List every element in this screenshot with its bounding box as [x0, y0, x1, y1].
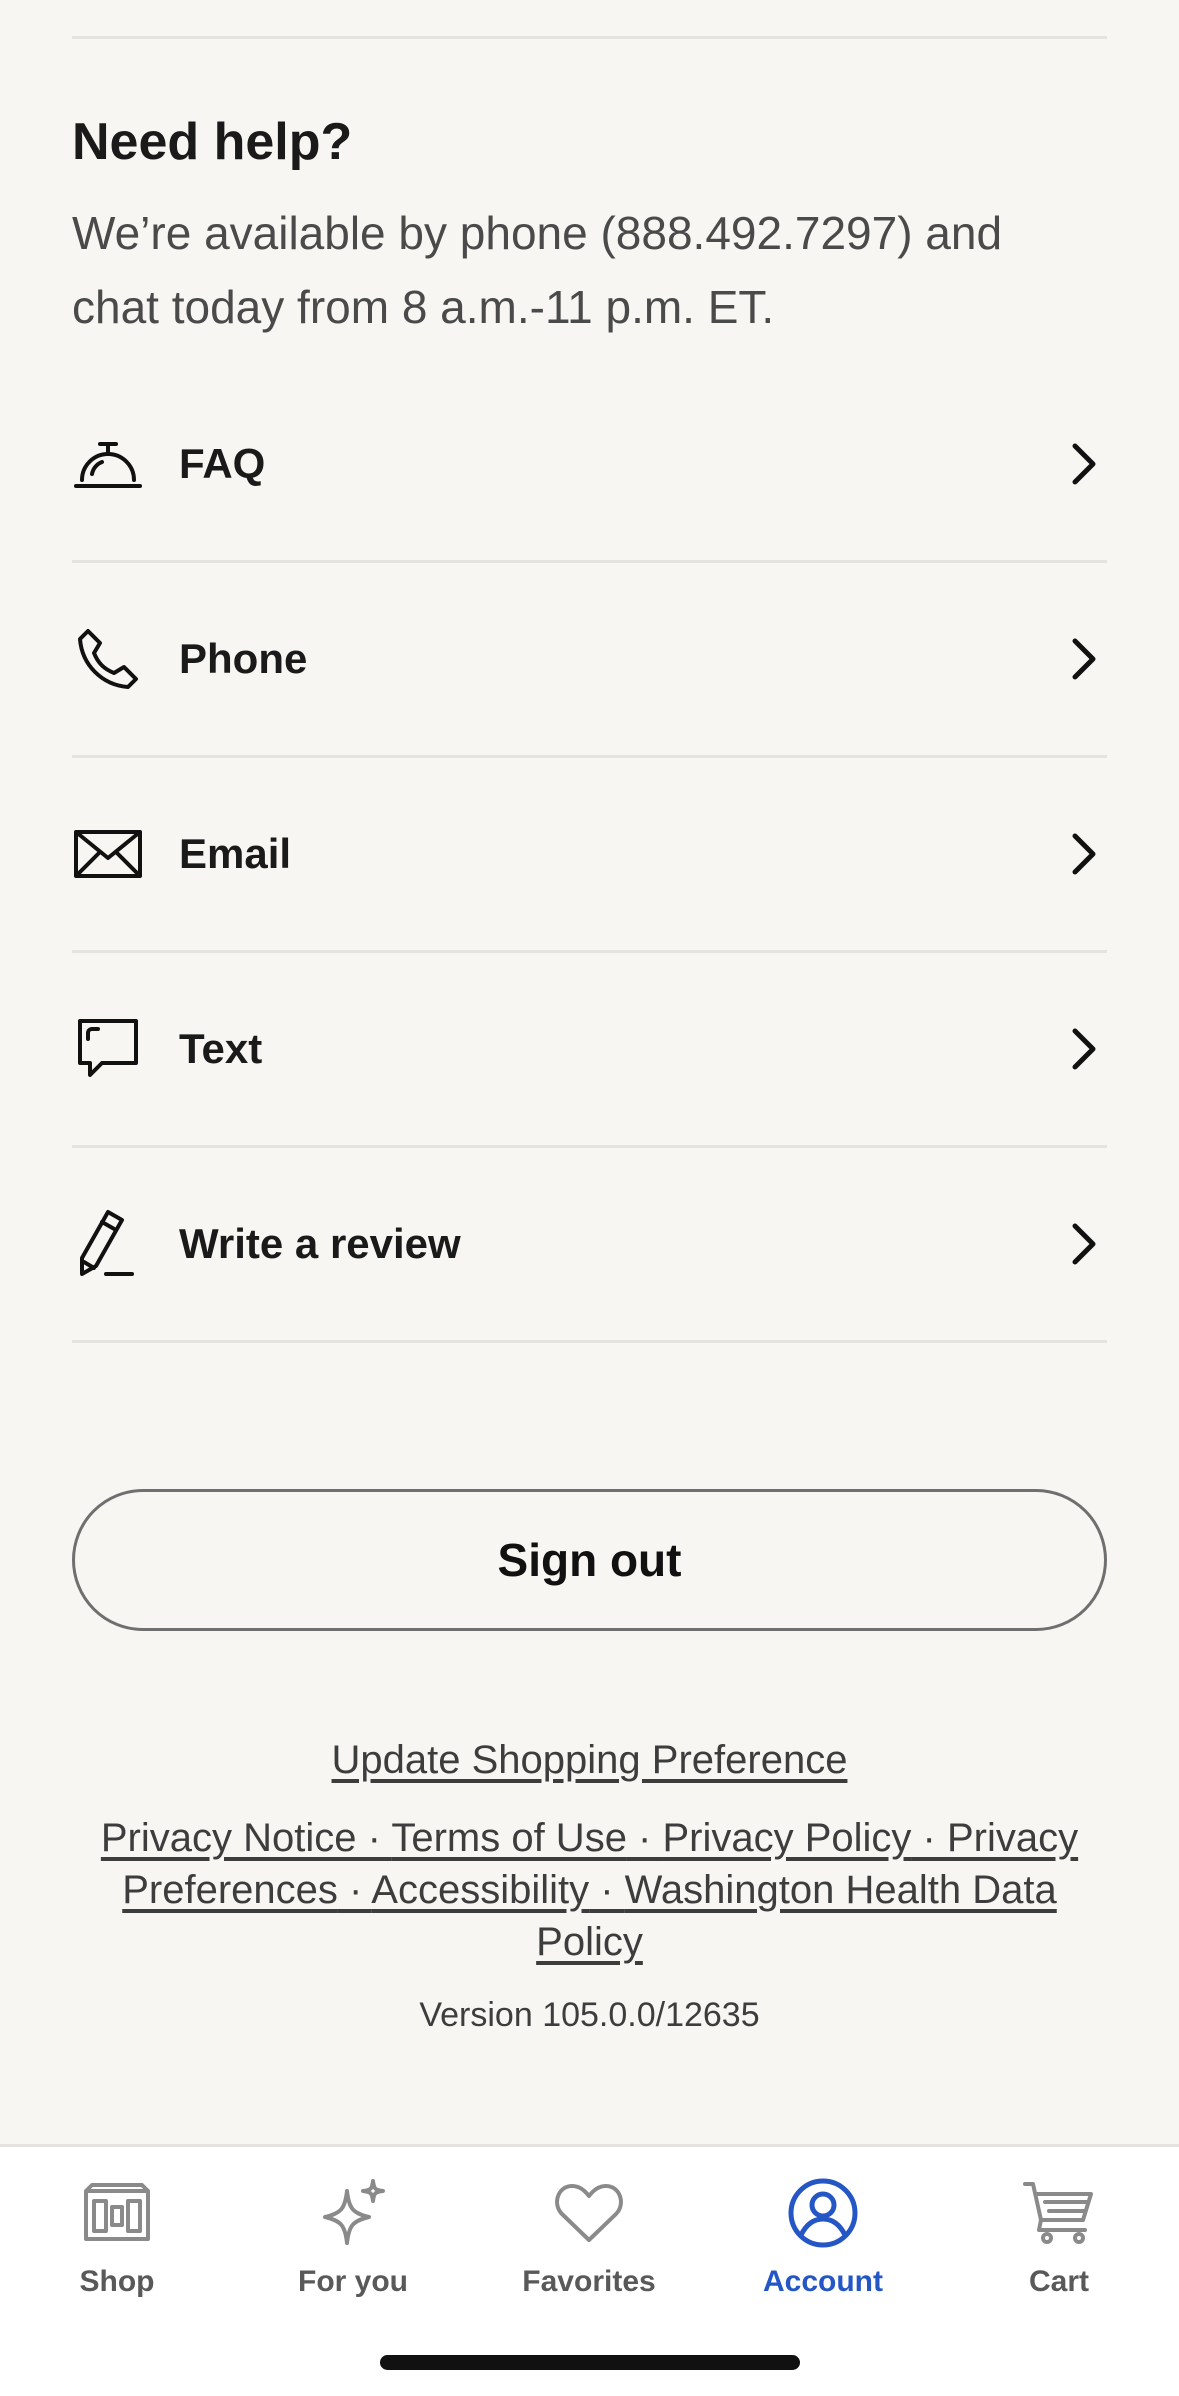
account-icon [783, 2173, 863, 2253]
text-item[interactable]: Text [72, 953, 1107, 1148]
link-separator: · [337, 1868, 372, 1912]
terms-of-use-link[interactable]: Terms of Use [391, 1816, 627, 1860]
pencil-icon [72, 1208, 144, 1280]
cart-icon [1019, 2173, 1099, 2253]
chat-bubble-icon [72, 1013, 144, 1085]
text-label: Text [179, 1025, 263, 1072]
tab-cart[interactable]: Cart [959, 2173, 1159, 2323]
sign-out-button[interactable]: Sign out [72, 1489, 1107, 1631]
tab-shop[interactable]: Shop [17, 2173, 217, 2323]
link-separator: · [626, 1816, 663, 1860]
envelope-icon [72, 818, 144, 890]
write-review-label: Write a review [179, 1220, 461, 1267]
phone-label: Phone [179, 635, 308, 682]
tab-cart-label: Cart [1028, 2265, 1089, 2298]
help-title: Need help? [72, 113, 353, 171]
tab-favorites[interactable]: Favorites [489, 2173, 689, 2323]
service-bell-icon [72, 428, 144, 500]
chevron-right-icon [1072, 1223, 1096, 1265]
faq-label: FAQ [179, 440, 266, 487]
privacy-policy-link[interactable]: Privacy Policy [662, 1816, 911, 1860]
tab-for-you-label: For you [298, 2265, 408, 2298]
write-review-item[interactable]: Write a review [72, 1148, 1107, 1343]
tab-shop-label: Shop [79, 2265, 155, 2298]
chevron-right-icon [1072, 1028, 1096, 1070]
privacy-notice-link[interactable]: Privacy Notice [101, 1816, 357, 1860]
app-version: Version 105.0.0/12635 [419, 1996, 760, 2034]
update-shopping-preference-link[interactable]: Update Shopping Preference [332, 1738, 848, 1782]
chevron-right-icon [1072, 833, 1096, 875]
help-menu: FAQ Phone Email Text Write a review [72, 368, 1107, 1343]
legal-links: Privacy Notice · Terms of Use · Privacy … [72, 1812, 1107, 1968]
tab-account-label: Account [763, 2265, 883, 2298]
shopping-preference-row: Update Shopping Preference [72, 1738, 1107, 1783]
account-help-page: Need help? We’re available by phone (888… [0, 0, 1179, 2396]
help-description: We’re available by phone (888.492.7297) … [72, 207, 1003, 333]
link-separator: · [589, 1868, 625, 1912]
accessibility-link[interactable]: Accessibility [371, 1868, 589, 1912]
email-label: Email [179, 830, 292, 877]
tab-for-you[interactable]: For you [253, 2173, 453, 2323]
link-separator: · [911, 1816, 947, 1860]
heart-icon [549, 2173, 629, 2253]
phone-item[interactable]: Phone [72, 563, 1107, 758]
chevron-right-icon [1072, 443, 1096, 485]
sparkle-icon [313, 2173, 393, 2253]
chevron-right-icon [1072, 638, 1096, 680]
shop-icon [77, 2173, 157, 2253]
phone-icon [72, 623, 144, 695]
link-separator: · [356, 1816, 392, 1860]
email-item[interactable]: Email [72, 758, 1107, 953]
tab-account[interactable]: Account [723, 2173, 923, 2323]
home-indicator [380, 2355, 800, 2370]
divider [72, 36, 1107, 39]
faq-item[interactable]: FAQ [72, 368, 1107, 563]
tab-favorites-label: Favorites [522, 2265, 656, 2298]
